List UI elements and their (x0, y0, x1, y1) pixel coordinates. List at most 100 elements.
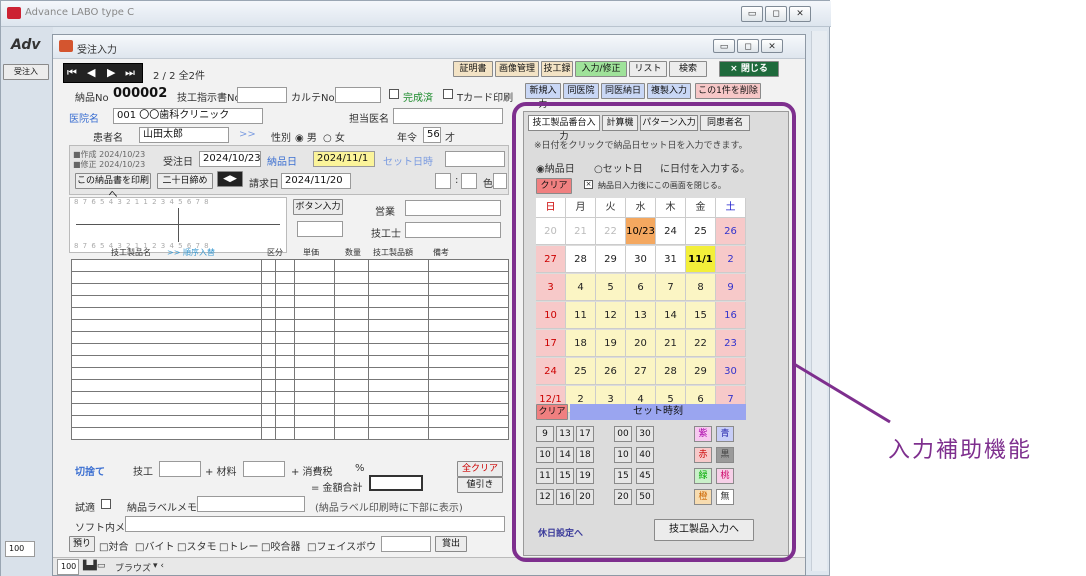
same-clinic-date-button[interactable]: 同医納日 (601, 83, 645, 99)
table-cell[interactable] (274, 427, 296, 440)
table-cell[interactable] (71, 379, 262, 392)
karte-field[interactable] (335, 87, 381, 103)
first-record-icon[interactable]: ⏮ (67, 66, 77, 80)
table-cell[interactable] (274, 415, 296, 428)
table-row[interactable] (71, 295, 509, 308)
invoice-date-field[interactable]: 2024/11/20 (281, 173, 351, 189)
table-cell[interactable] (260, 379, 276, 392)
table-cell[interactable] (428, 307, 509, 320)
table-cell[interactable] (260, 427, 276, 440)
table-cell[interactable] (274, 391, 296, 404)
table-cell[interactable] (274, 331, 296, 344)
table-cell[interactable] (294, 367, 336, 380)
table-cell[interactable] (260, 283, 276, 296)
clinic-field[interactable]: 001 〇〇歯科クリニック (113, 108, 263, 124)
table-cell[interactable] (428, 427, 509, 440)
table-cell[interactable] (368, 319, 430, 332)
table-cell[interactable] (428, 355, 509, 368)
table-cell[interactable] (368, 295, 430, 308)
table-cell[interactable] (428, 271, 509, 284)
product-table[interactable] (71, 259, 509, 440)
record-navigator[interactable]: ⏮ ◀ ▶ ⏭ (63, 63, 143, 83)
table-cell[interactable] (334, 319, 370, 332)
table-cell[interactable] (334, 427, 370, 440)
table-cell[interactable] (260, 319, 276, 332)
discount-button[interactable]: 値引き (457, 477, 503, 493)
table-cell[interactable] (368, 343, 430, 356)
table-row[interactable] (71, 415, 509, 428)
soft-memo-field[interactable] (125, 516, 505, 532)
sex-female-radio[interactable]: ○ 女 (323, 129, 345, 144)
table-cell[interactable] (71, 259, 262, 272)
browse-dropdown-icon[interactable]: ▾ ‹ (153, 561, 164, 571)
deposit-tray[interactable]: □トレー (219, 538, 258, 553)
table-cell[interactable] (71, 283, 262, 296)
side-tab[interactable]: 受注入 (3, 64, 49, 80)
table-row[interactable] (71, 307, 509, 320)
table-cell[interactable] (274, 367, 296, 380)
button-input-field[interactable] (297, 221, 343, 237)
table-row[interactable] (71, 379, 509, 392)
table-cell[interactable] (368, 367, 430, 380)
table-cell[interactable] (428, 295, 509, 308)
same-clinic-button[interactable]: 同医院 (563, 83, 599, 99)
total-field[interactable] (369, 475, 423, 491)
table-cell[interactable] (260, 331, 276, 344)
table-cell[interactable] (428, 259, 509, 272)
table-cell[interactable] (428, 319, 509, 332)
button-input-button[interactable]: ボタン入力 (293, 199, 343, 215)
input-edit-button[interactable]: 入力/修正 (575, 61, 627, 77)
table-cell[interactable] (334, 355, 370, 368)
teeth-chart[interactable]: 8 7 6 5 4 3 2 1 1 2 3 4 5 6 7 8 8 7 6 5 … (69, 197, 287, 253)
table-row[interactable] (71, 391, 509, 404)
table-cell[interactable] (334, 391, 370, 404)
trial-checkbox[interactable] (101, 499, 111, 509)
table-cell[interactable] (368, 403, 430, 416)
table-cell[interactable] (294, 343, 336, 356)
table-cell[interactable] (71, 271, 262, 284)
new-entry-button[interactable]: 新規入力 (525, 83, 561, 110)
print-delivery-button[interactable]: この納品書を印刷へ (75, 173, 151, 200)
table-cell[interactable] (368, 271, 430, 284)
set-datetime-field[interactable] (445, 151, 505, 167)
table-cell[interactable] (294, 307, 336, 320)
cut-link[interactable]: 切捨て (75, 463, 105, 478)
table-cell[interactable] (260, 403, 276, 416)
table-cell[interactable] (334, 307, 370, 320)
clear-all-button[interactable]: 全クリア (457, 461, 503, 477)
set-hour-field[interactable] (435, 173, 451, 189)
tech-no-field[interactable] (237, 87, 287, 103)
table-cell[interactable] (294, 295, 336, 308)
table-cell[interactable] (334, 367, 370, 380)
clinic-label[interactable]: 医院名 (69, 110, 99, 125)
patient-field[interactable]: 山田太郎 (139, 127, 229, 143)
table-row[interactable] (71, 343, 509, 356)
delivery-date-field[interactable]: 2024/11/1 (313, 151, 375, 167)
table-cell[interactable] (428, 379, 509, 392)
table-cell[interactable] (71, 343, 262, 356)
table-cell[interactable] (294, 415, 336, 428)
table-cell[interactable] (260, 271, 276, 284)
table-cell[interactable] (294, 259, 336, 272)
doctor-field[interactable] (393, 108, 503, 124)
search-button[interactable]: 検索 (669, 61, 707, 77)
table-cell[interactable] (71, 367, 262, 380)
table-cell[interactable] (71, 307, 262, 320)
table-cell[interactable] (274, 271, 296, 284)
table-row[interactable] (71, 259, 509, 272)
table-cell[interactable] (260, 391, 276, 404)
tech-fee-field[interactable] (159, 461, 201, 477)
table-cell[interactable] (294, 331, 336, 344)
deposit-stamo[interactable]: □スタモ (177, 538, 216, 553)
inner-minimize-button[interactable]: ▭ (713, 39, 735, 53)
label-memo-field[interactable] (197, 496, 305, 512)
deposit-bite[interactable]: □バイト (135, 538, 174, 553)
table-cell[interactable] (334, 403, 370, 416)
table-cell[interactable] (71, 319, 262, 332)
color-field[interactable] (493, 173, 507, 189)
delete-record-button[interactable]: この1件を削除 (695, 83, 761, 99)
table-cell[interactable] (294, 319, 336, 332)
status-zoom[interactable]: 100 (57, 559, 79, 575)
table-cell[interactable] (71, 403, 262, 416)
table-cell[interactable] (71, 415, 262, 428)
